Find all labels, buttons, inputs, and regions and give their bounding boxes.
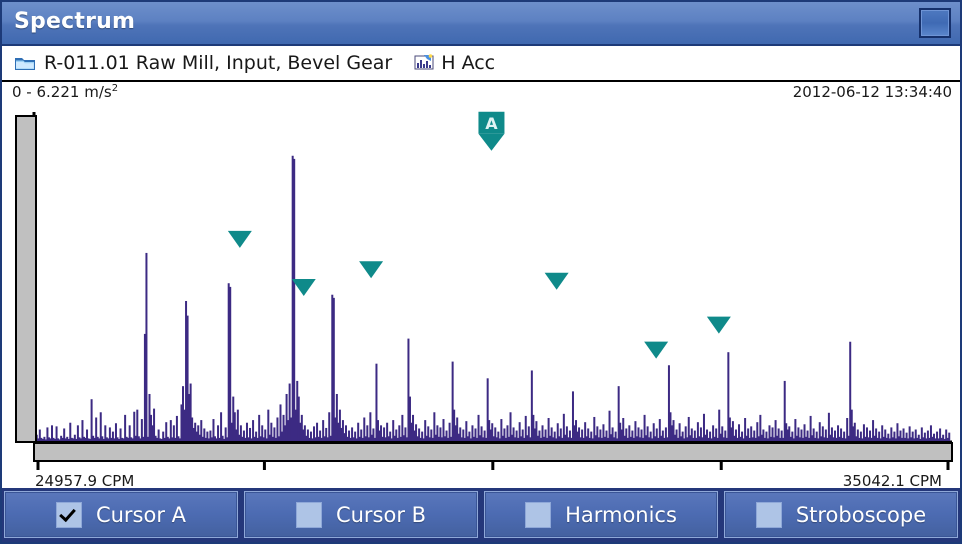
spectrum-window: Spectrum R-011.01 Raw Mill, Input, Bevel… bbox=[0, 0, 962, 544]
window-title: Spectrum bbox=[14, 9, 136, 34]
checkbox-cursor-b[interactable] bbox=[295, 501, 322, 528]
restore-button[interactable] bbox=[919, 8, 951, 38]
toolbar-button-label: Cursor B bbox=[335, 502, 427, 527]
horizontal-scrollbar[interactable] bbox=[33, 442, 953, 462]
vertical-scrollbar[interactable] bbox=[15, 115, 37, 443]
y-range-exponent: 2 bbox=[111, 83, 119, 94]
toolbar-button-cursor-b[interactable]: Cursor B bbox=[244, 491, 478, 538]
peak-marker-triangle bbox=[291, 278, 316, 296]
x-axis-ticks bbox=[36, 462, 950, 470]
y-range-label: 0 - 6.221 m/s2 bbox=[12, 83, 118, 101]
cursor-a-pointer bbox=[478, 133, 505, 151]
checkbox-cursor-a[interactable] bbox=[55, 501, 82, 528]
checkbox-stroboscope[interactable] bbox=[755, 501, 782, 528]
measurement-icon bbox=[414, 54, 434, 72]
cursor-a-marker[interactable]: A bbox=[478, 111, 505, 151]
spectrum-plot[interactable]: A bbox=[2, 104, 960, 470]
breadcrumb: R-011.01 Raw Mill, Input, Bevel Gear H A… bbox=[2, 46, 960, 82]
spectrum-canvas[interactable]: A bbox=[2, 104, 962, 470]
toolbar-button-label: Cursor A bbox=[95, 502, 187, 527]
checkbox-harmonics[interactable] bbox=[525, 501, 552, 528]
spectrum-line bbox=[229, 286, 232, 441]
peak-marker-triangle bbox=[227, 230, 252, 248]
peak-markers bbox=[227, 230, 731, 359]
spectrum-trace bbox=[35, 155, 951, 441]
spectrum-line bbox=[293, 158, 296, 441]
spectrum-line bbox=[136, 409, 139, 441]
bottom-toolbar: Cursor A Cursor B Harmonics Stroboscope bbox=[2, 488, 960, 542]
peak-marker-triangle bbox=[706, 316, 731, 334]
window-titlebar: Spectrum bbox=[2, 2, 960, 46]
toolbar-button-harmonics[interactable]: Harmonics bbox=[484, 491, 718, 538]
toolbar-button-cursor-a[interactable]: Cursor A bbox=[4, 491, 238, 538]
cursor-a-label: A bbox=[485, 114, 498, 133]
folder-icon bbox=[14, 54, 36, 72]
toolbar-button-label: Harmonics bbox=[565, 502, 677, 527]
peak-marker-triangle bbox=[644, 341, 669, 359]
plot-header: 0 - 6.221 m/s2 2012-06-12 13:34:40 bbox=[2, 82, 960, 104]
spectrum-line bbox=[145, 252, 148, 441]
peak-marker-triangle bbox=[544, 272, 569, 290]
peak-marker-triangle bbox=[359, 261, 384, 279]
y-range-text: 0 - 6.221 m/s bbox=[12, 83, 112, 101]
toolbar-button-label: Stroboscope bbox=[795, 502, 927, 527]
timestamp-label: 2012-06-12 13:34:40 bbox=[792, 83, 952, 101]
spectrum-line bbox=[948, 432, 951, 441]
toolbar-button-stroboscope[interactable]: Stroboscope bbox=[724, 491, 958, 538]
measurement-label[interactable]: H Acc bbox=[441, 52, 495, 74]
breadcrumb-path[interactable]: R-011.01 Raw Mill, Input, Bevel Gear bbox=[44, 52, 392, 74]
spectrum-line bbox=[90, 399, 93, 441]
